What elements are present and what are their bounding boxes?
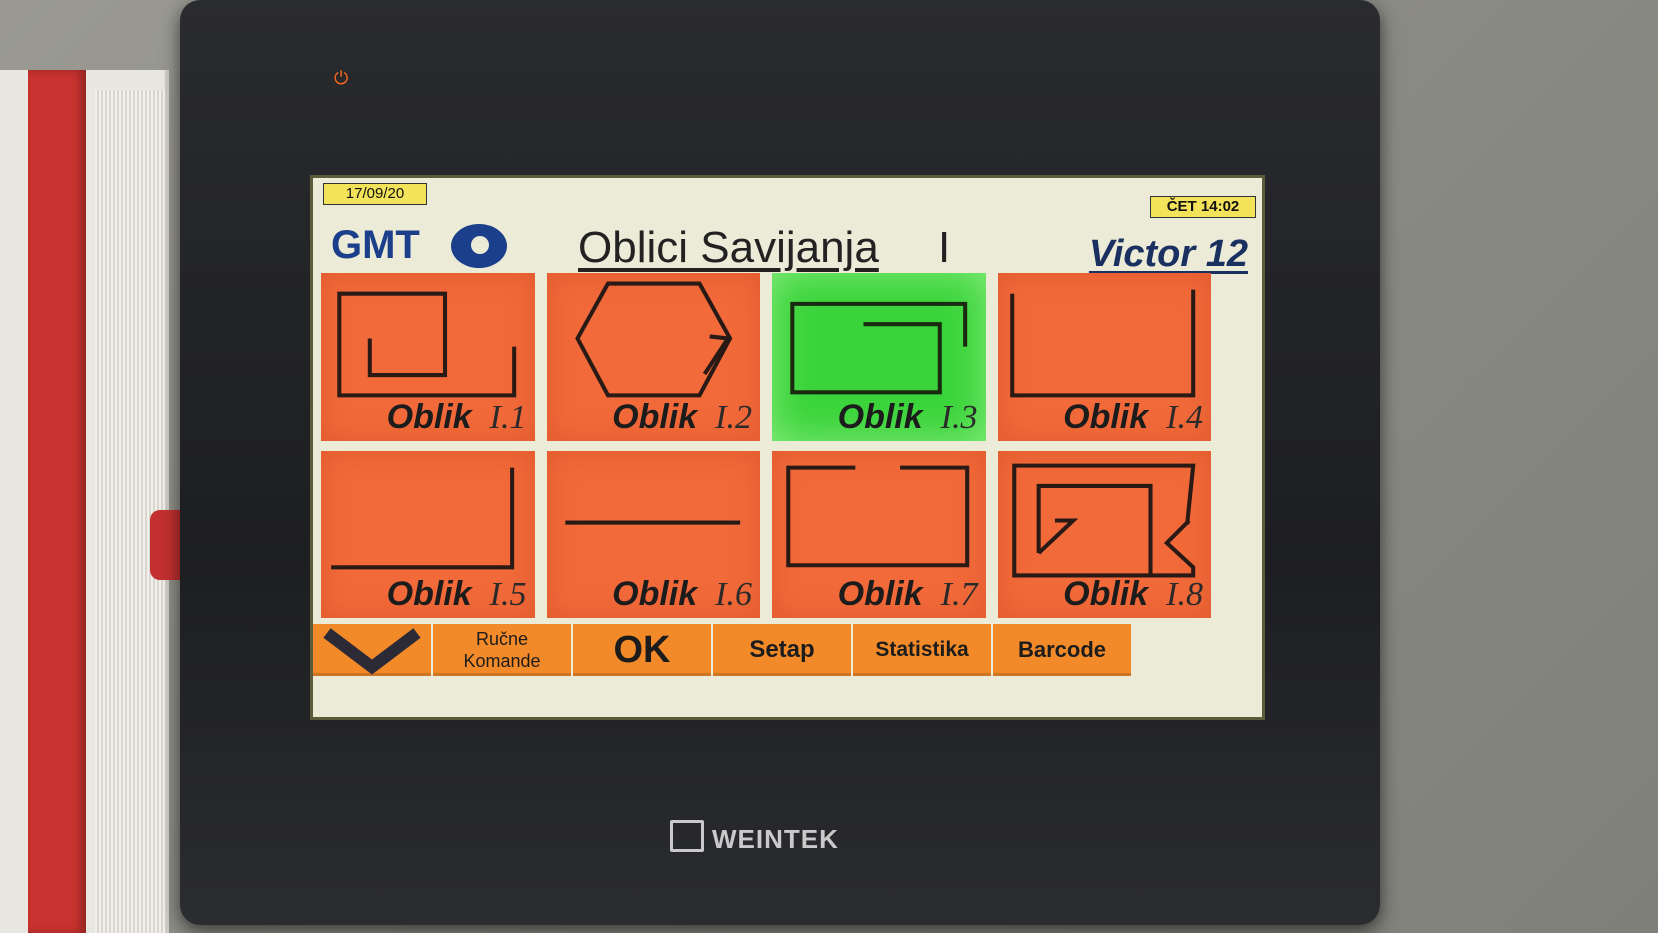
page-title: Oblici Savijanja <box>578 223 879 272</box>
tile-label: Oblik I.6 <box>612 575 752 613</box>
ok-button[interactable]: OK <box>573 624 711 676</box>
shape-tile-i3[interactable]: Oblik I.3 <box>772 273 986 441</box>
tile-label: Oblik I.8 <box>1063 575 1203 613</box>
shape-tile-i6[interactable]: Oblik I.6 <box>546 450 760 618</box>
shape-tile-i5[interactable]: Oblik I.5 <box>321 450 535 618</box>
tile-label: Oblik I.5 <box>386 575 527 613</box>
tile-label: Oblik I.7 <box>837 575 978 613</box>
weintek-logo: WEINTEK <box>670 820 839 855</box>
statistics-button[interactable]: Statistika <box>853 624 991 676</box>
gmt-gear-icon <box>451 224 507 268</box>
date-display: 17/09/20 <box>323 183 427 205</box>
gmt-logo: GMT <box>331 223 420 267</box>
tile-label: Oblik I.3 <box>837 397 978 436</box>
machine-model: Victor 12 <box>1088 233 1248 275</box>
setup-button[interactable]: Setap <box>713 624 851 676</box>
notebook <box>0 70 200 933</box>
shape-grid: Oblik I.1 Oblik I.2 Oblik I.3 Oblik I.4 … <box>321 273 1211 618</box>
shape-tile-i8[interactable]: Oblik I.8 <box>997 450 1211 618</box>
hmi-device: ⏻ 17/09/20 ČET 14:02 GMT Oblici Savijanj… <box>180 0 1380 925</box>
chevron-down-icon <box>323 628 421 675</box>
tile-label: Oblik I.1 <box>386 397 527 436</box>
manual-commands-button[interactable]: Ručne Komande <box>433 624 571 676</box>
tile-label: Oblik I.2 <box>612 397 752 436</box>
scroll-down-button[interactable] <box>313 624 431 676</box>
barcode-button[interactable]: Barcode <box>993 624 1131 676</box>
page-title-suffix: I <box>938 223 951 272</box>
bottom-toolbar: Ručne Komande OK Setap Statistika Barcod… <box>313 624 1131 676</box>
shape-tile-i1[interactable]: Oblik I.1 <box>321 273 535 441</box>
weintek-logo-icon <box>670 820 704 852</box>
shape-tile-i2[interactable]: Oblik I.2 <box>546 273 760 441</box>
tile-label: Oblik I.4 <box>1063 397 1203 436</box>
clock-display: ČET 14:02 <box>1150 196 1256 218</box>
brand-text: WEINTEK <box>712 824 839 854</box>
notebook-strap <box>28 70 86 933</box>
hmi-screen: 17/09/20 ČET 14:02 GMT Oblici Savijanja … <box>310 175 1265 720</box>
shape-tile-i7[interactable]: Oblik I.7 <box>772 450 986 618</box>
manual-commands-label-line2: Komande <box>463 651 541 671</box>
manual-commands-label-line1: Ručne <box>475 629 529 649</box>
shape-tile-i4[interactable]: Oblik I.4 <box>997 273 1211 441</box>
power-icon: ⏻ <box>334 68 349 88</box>
